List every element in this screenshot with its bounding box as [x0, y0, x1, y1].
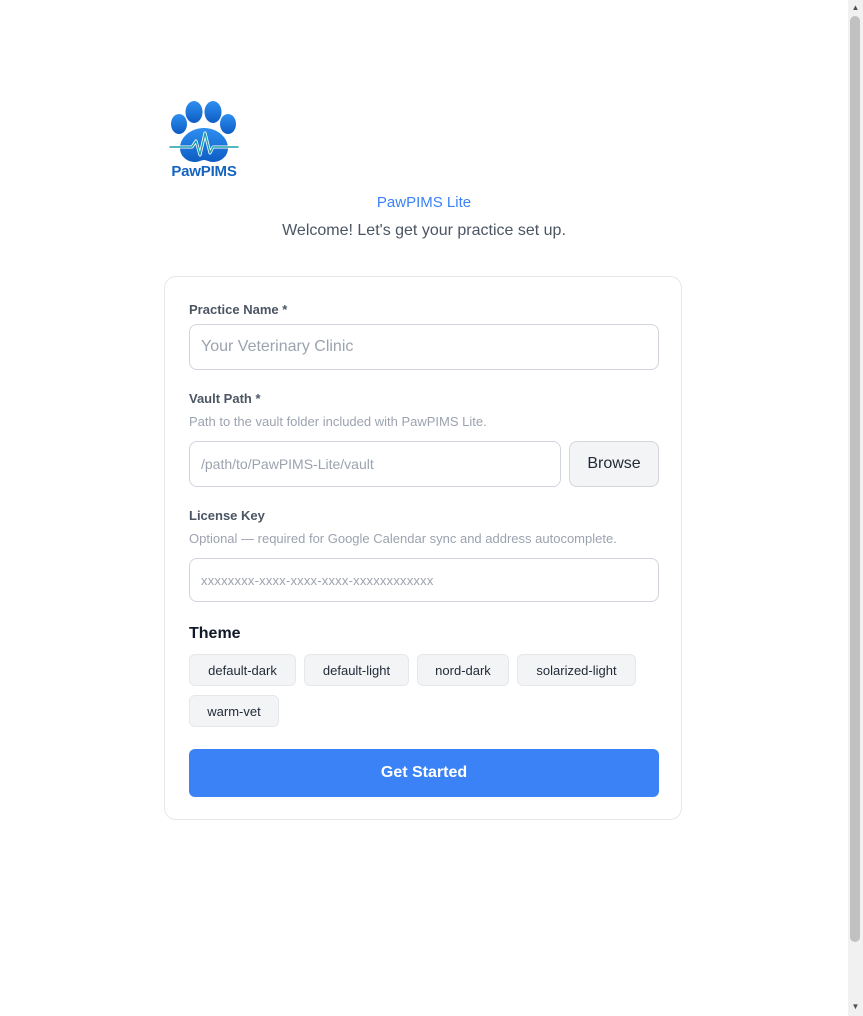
setup-form-card: Practice Name * Vault Path * Path to the… [164, 276, 682, 820]
license-key-input[interactable] [189, 558, 659, 602]
logo-text: PawPIMS [171, 163, 237, 180]
vertical-scrollbar[interactable]: ▲ ▼ [848, 0, 863, 1016]
app-name: PawPIMS Lite [376, 194, 472, 211]
pawpims-logo: PawPIMS [168, 99, 240, 183]
theme-heading: Theme [189, 625, 241, 642]
scroll-down-arrow-icon[interactable]: ▼ [848, 1000, 863, 1014]
theme-option-default-dark[interactable]: default-dark [189, 654, 296, 686]
license-key-hint: Optional — required for Google Calendar … [189, 531, 617, 546]
paw-heartbeat-icon [168, 101, 240, 162]
vault-path-input[interactable] [189, 441, 561, 487]
theme-option-warm-vet[interactable]: warm-vet [189, 695, 279, 727]
get-started-button[interactable]: Get Started [189, 749, 659, 797]
setup-page: PawPIMS PawPIMS Lite Welcome! Let's get … [0, 0, 848, 1016]
browse-button[interactable]: Browse [569, 441, 659, 487]
license-key-label: License Key [189, 508, 265, 523]
scrollbar-thumb[interactable] [850, 16, 860, 942]
practice-name-input[interactable] [189, 324, 659, 370]
scroll-up-arrow-icon[interactable]: ▲ [848, 1, 863, 15]
theme-option-default-light[interactable]: default-light [304, 654, 409, 686]
practice-name-label: Practice Name * [189, 302, 288, 317]
vault-path-hint: Path to the vault folder included with P… [189, 414, 487, 429]
theme-option-solarized-light[interactable]: solarized-light [517, 654, 636, 686]
theme-option-nord-dark[interactable]: nord-dark [417, 654, 509, 686]
welcome-message: Welcome! Let's get your practice set up. [282, 222, 566, 239]
vault-path-label: Vault Path * [189, 391, 261, 406]
